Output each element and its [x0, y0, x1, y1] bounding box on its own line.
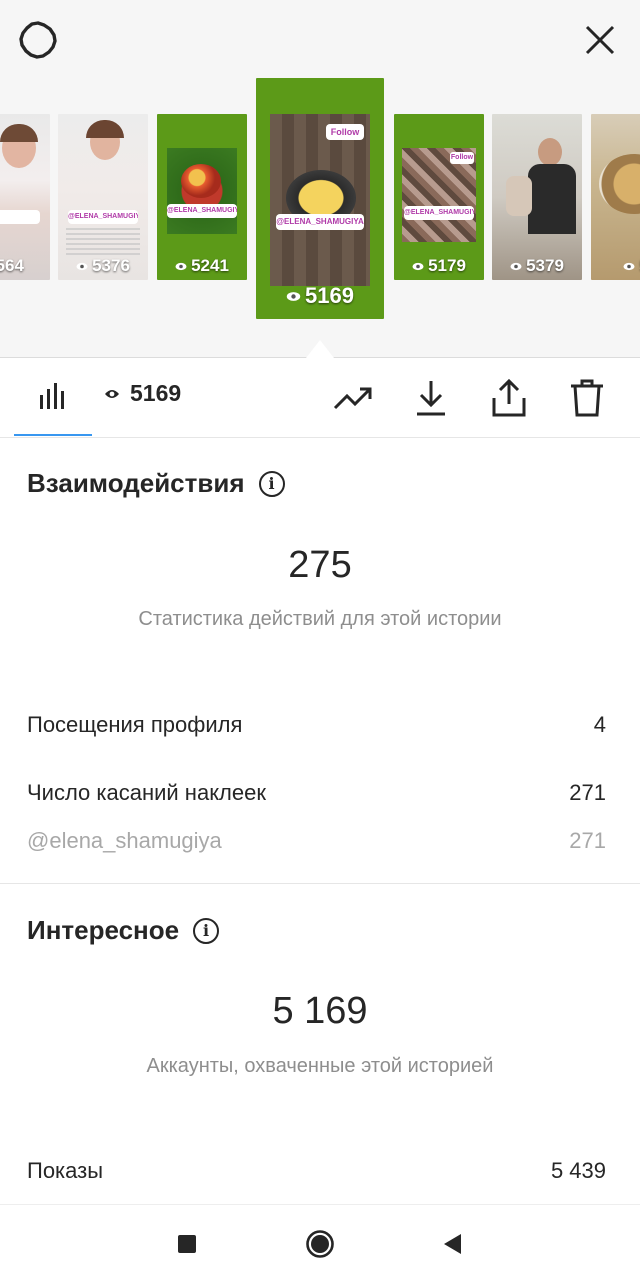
eye-icon: [510, 262, 522, 270]
interactions-title: Взаимодействия: [27, 468, 245, 498]
eye-icon: [76, 262, 88, 270]
selection-pointer: [306, 340, 334, 358]
eye-icon: [623, 262, 635, 270]
metric-label: @elena_shamugiya: [27, 828, 222, 853]
views-total-value: 5169: [130, 380, 182, 406]
follow-tag: Follow: [326, 124, 364, 140]
discovery-total: 5 169: [272, 990, 368, 1032]
triangle-back-icon: [444, 1234, 461, 1254]
story-views: 5169: [256, 283, 384, 309]
trend-icon: [333, 387, 372, 410]
close-button[interactable]: [578, 18, 622, 62]
story-thumbnail[interactable]: 5564: [0, 114, 50, 280]
metric-row: Показы 5 439: [27, 1158, 606, 1184]
story-strip-area: 5564 @ELENA_SHAMUGIYA 5376 @ELENA_SHAMUG…: [0, 0, 640, 358]
handle-tag: @ELENA_SHAMUGIYA: [276, 214, 364, 230]
delete-button[interactable]: [565, 376, 609, 420]
metric-value: 5 439: [550, 1158, 606, 1183]
back-button[interactable]: [437, 1229, 467, 1259]
metric-value: 4: [593, 712, 606, 737]
metric-row: Посещения профиля 4: [27, 712, 606, 738]
handle-tag: [0, 210, 40, 224]
eye-icon: [286, 291, 301, 301]
trash-icon: [571, 379, 603, 417]
share-icon: [492, 378, 526, 417]
square-icon: [178, 1235, 196, 1253]
metric-label: Число касаний наклеек: [27, 780, 266, 805]
story-preview: Follow @ELENA_SHAMUGIYA: [270, 114, 370, 286]
handle-tag: @ELENA_SHAMUGIYA: [404, 206, 474, 220]
gear-icon: [19, 21, 57, 59]
info-icon[interactable]: i: [193, 917, 220, 944]
system-navigation-bar: [0, 1204, 640, 1280]
section-divider: [0, 883, 640, 884]
story-views: 5179: [394, 256, 484, 276]
follow-tag: Follow: [450, 152, 474, 164]
discovery-caption: Аккаунты, охваченные этой историей: [146, 1055, 494, 1077]
download-icon: [417, 381, 445, 416]
metric-subrow: @elena_shamugiya 271: [27, 828, 606, 854]
handle-tag: @ELENA_SHAMUGIYA: [68, 210, 138, 224]
story-thumbnail[interactable]: Follow @ELENA_SHAMUGIYA 5179: [394, 114, 484, 280]
interactions-heading: Взаимодействия i: [27, 468, 285, 499]
tab-insights[interactable]: [14, 358, 92, 436]
metric-value: 271: [569, 780, 606, 805]
metric-value: 271: [569, 828, 606, 853]
story-thumbnail-selected[interactable]: Follow @ELENA_SHAMUGIYA 5169: [256, 78, 384, 319]
info-icon[interactable]: i: [258, 470, 285, 497]
story-views: 5241: [157, 256, 247, 276]
story-thumbnail[interactable]: 5: [591, 114, 640, 280]
promote-button[interactable]: [331, 376, 375, 420]
metric-label: Посещения профиля: [27, 712, 243, 737]
close-icon: [585, 25, 615, 55]
story-thumbnail[interactable]: @ELENA_SHAMUGIYA 5241: [157, 114, 247, 280]
share-button[interactable]: [487, 376, 531, 420]
settings-button[interactable]: [16, 18, 60, 62]
circle-icon: [306, 1230, 334, 1258]
bar-chart-icon: [40, 383, 64, 409]
insights-toolbar: 5169: [0, 358, 640, 438]
eye-icon: [412, 262, 424, 270]
recents-button[interactable]: [172, 1229, 202, 1259]
views-total: 5169: [104, 380, 181, 407]
metric-row: Число касаний наклеек 271: [27, 780, 606, 806]
story-views: 5564: [0, 256, 24, 275]
story-views: 5376: [58, 256, 148, 276]
home-button[interactable]: [305, 1229, 335, 1259]
story-thumbnail[interactable]: 5379: [492, 114, 582, 280]
discovery-title: Интересное: [27, 915, 180, 945]
interactions-total: 275: [288, 544, 352, 586]
eye-icon: [175, 262, 187, 270]
metric-label: Показы: [27, 1158, 104, 1183]
interactions-caption: Статистика действий для этой истории: [138, 608, 502, 630]
story-thumbnail[interactable]: @ELENA_SHAMUGIYA 5376: [58, 114, 148, 280]
handle-tag: @ELENA_SHAMUGIYA: [167, 204, 237, 218]
story-thumbnails: 5564 @ELENA_SHAMUGIYA 5376 @ELENA_SHAMUG…: [0, 78, 640, 323]
story-views: 5379: [492, 256, 582, 276]
discovery-heading: Интересное i: [27, 915, 220, 946]
story-views: 5: [591, 256, 640, 276]
download-button[interactable]: [409, 376, 453, 420]
eye-icon: [105, 389, 119, 398]
